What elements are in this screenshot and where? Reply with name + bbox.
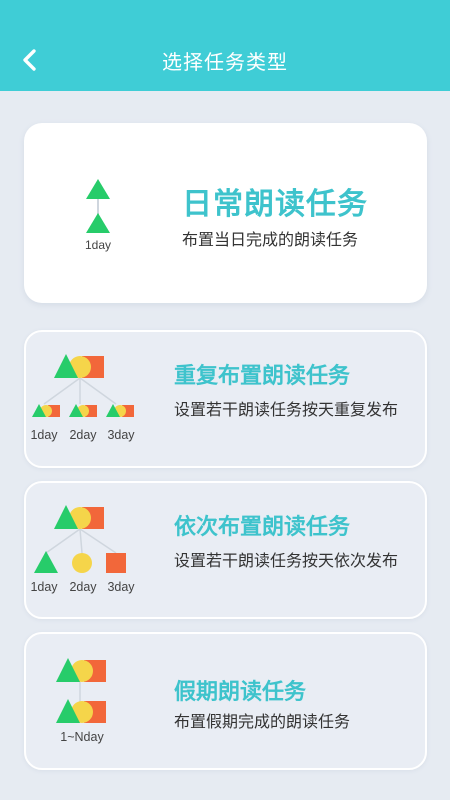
card-title: 假期朗读任务 — [174, 680, 307, 705]
page-title: 选择任务类型 — [162, 50, 288, 74]
green-triangle-icon — [86, 179, 110, 199]
card-title: 重复布置朗读任务 — [174, 364, 351, 389]
day-label: 1day — [30, 580, 58, 594]
day-label: 2day — [69, 580, 97, 594]
day-label: 3day — [107, 428, 135, 442]
card-description: 布置当日完成的朗读任务 — [182, 230, 359, 249]
card-title: 依次布置朗读任务 — [174, 515, 351, 540]
orange-square-icon — [106, 553, 126, 573]
repeat-task-card[interactable]: 1day 2day 3day 重复布置朗读任务 设置若干朗读任务按天重复发布 — [24, 330, 427, 468]
green-triangle-icon — [34, 551, 58, 573]
card-description: 设置若干朗读任务按天重复发布 — [174, 400, 399, 419]
day-label: 3day — [107, 580, 135, 594]
sequential-task-card[interactable]: 1day 2day 3day 依次布置朗读任务 设置若干朗读任务按天依次发布 — [24, 481, 427, 619]
day-label: 1day — [30, 428, 58, 442]
daily-task-card[interactable]: 1day 日常朗读任务 布置当日完成的朗读任务 — [24, 123, 427, 303]
card-description: 设置若干朗读任务按天依次发布 — [174, 551, 399, 570]
card-description: 布置假期完成的朗读任务 — [174, 712, 351, 731]
repeat-illustration: 1day 2day 3day — [26, 332, 176, 466]
green-triangle-icon — [86, 213, 110, 233]
yellow-circle-icon — [72, 553, 92, 573]
sequential-illustration: 1day 2day 3day — [26, 483, 176, 617]
header-bar: 选择任务类型 — [0, 0, 450, 91]
day-label: 1day — [85, 238, 111, 252]
holiday-task-card[interactable]: 1~Nday 假期朗读任务 布置假期完成的朗读任务 — [24, 632, 427, 770]
day-label: 1~Nday — [60, 730, 104, 744]
daily-illustration: 1day — [24, 123, 174, 303]
card-title: 日常朗读任务 — [182, 187, 368, 222]
day-label: 2day — [69, 428, 97, 442]
holiday-illustration: 1~Nday — [26, 634, 176, 768]
